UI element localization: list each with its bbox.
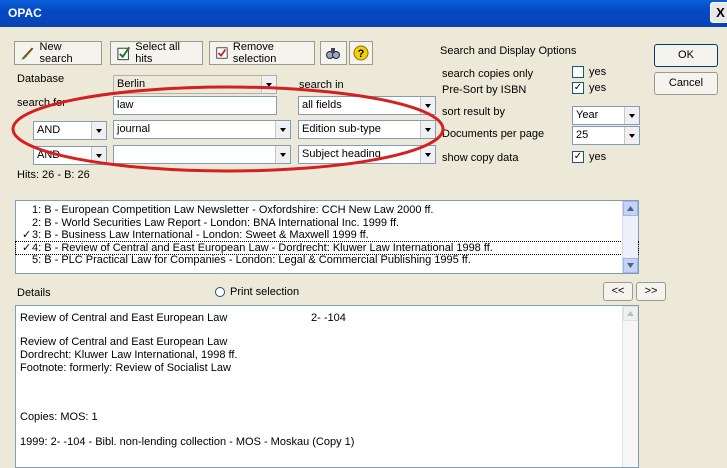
details-copies: Copies: MOS: 1 — [20, 411, 98, 423]
previous-button[interactable]: << — [603, 282, 633, 301]
check-mark-icon: ✓ — [22, 229, 32, 241]
print-selection-option[interactable]: Print selection — [215, 286, 299, 298]
result-row-text: 2: B - World Securities Law Report - Lon… — [32, 216, 400, 229]
result-row-text: 5: B - PLC Practical Law for Companies -… — [32, 254, 471, 266]
details-scrollbar[interactable] — [622, 306, 638, 467]
result-row[interactable]: 1: B - European Competition Law Newslett… — [16, 204, 638, 217]
check-mark-icon: ✓ — [22, 241, 32, 254]
result-row-text: 3: B - Business Law International - Lond… — [32, 229, 369, 241]
print-selection-label: Print selection — [230, 286, 300, 298]
results-scrollbar[interactable] — [622, 201, 638, 273]
result-row-text: 4: B - Review of Central and East Europe… — [32, 241, 493, 254]
annotation-ellipse — [11, 85, 445, 173]
details-line-2: Dordrecht: Kluwer Law International, 199… — [20, 349, 238, 361]
result-row[interactable]: ✓4: B - Review of Central and East Europ… — [15, 240, 639, 255]
details-signature: 2- -104 — [311, 312, 346, 324]
result-row[interactable]: ✓3: B - Business Law International - Lon… — [16, 229, 638, 242]
result-row-text: 1: B - European Competition Law Newslett… — [32, 204, 434, 216]
result-row[interactable]: 5: B - PLC Practical Law for Companies -… — [16, 254, 638, 267]
details-label: Details — [17, 287, 51, 299]
scroll-down-icon[interactable] — [623, 258, 638, 273]
radio-icon[interactable] — [215, 287, 225, 297]
details-line-3: Footnote: formerly: Review of Socialist … — [20, 362, 231, 374]
details-holding: 1999: 2- -104 - Bibl. non-lending collec… — [20, 436, 355, 448]
details-line-1: Review of Central and East European Law — [20, 336, 228, 348]
next-button[interactable]: >> — [636, 282, 666, 301]
details-panel: Review of Central and East European Law … — [15, 305, 639, 468]
details-title: Review of Central and East European Law — [20, 312, 228, 324]
result-row[interactable]: 2: B - World Securities Law Report - Lon… — [16, 217, 638, 230]
scroll-up-icon[interactable] — [623, 306, 638, 321]
scroll-up-icon[interactable] — [623, 201, 638, 216]
results-list[interactable]: 1: B - European Competition Law Newslett… — [15, 200, 639, 274]
opac-window: OPAC X New search Select all hits Remove… — [0, 0, 727, 468]
